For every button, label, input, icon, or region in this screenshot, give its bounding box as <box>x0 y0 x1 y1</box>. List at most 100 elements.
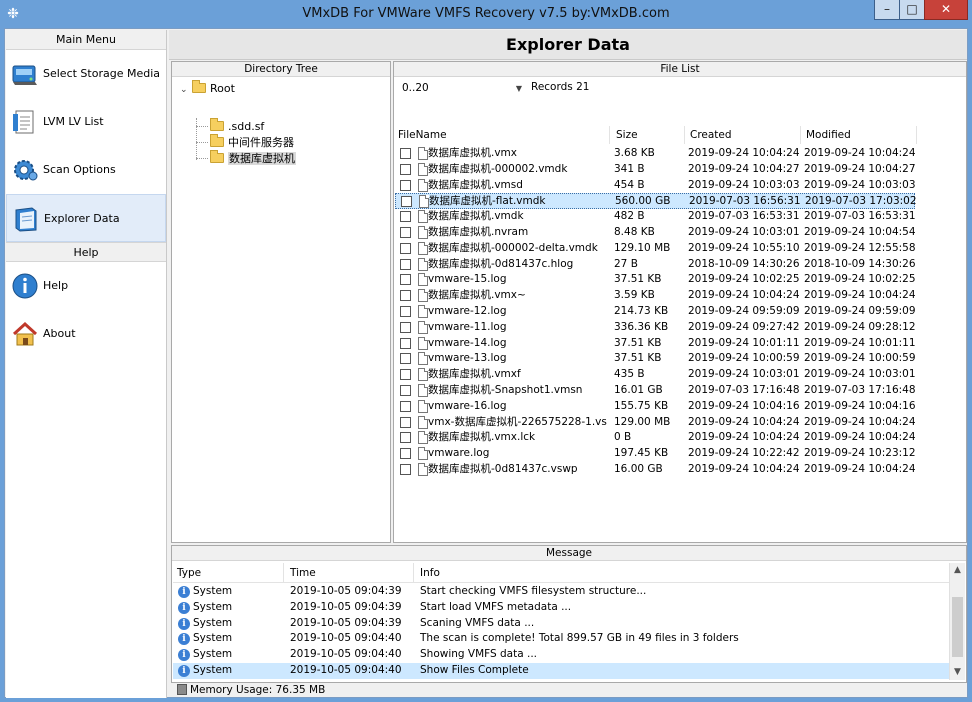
file-row[interactable]: 数据库虚拟机.vmx~ 3.59 KB 2019-09-24 10:04:24 201… <box>395 288 916 304</box>
page-range-select[interactable]: 0..20 ▼ <box>399 80 525 96</box>
file-checkbox[interactable] <box>400 227 411 238</box>
file-created: 2019-09-24 10:04:24 <box>688 463 800 475</box>
file-row[interactable]: 数据库虚拟机-0d81437c.vswp 16.00 GB 2019-09-24 1… <box>395 462 916 478</box>
menu-item-scan-options[interactable]: Scan Options <box>6 146 166 194</box>
message-row[interactable]: i System 2019-10-05 09:04:40 Show Files Com… <box>173 663 949 679</box>
file-name: vmware-11.log <box>428 320 507 333</box>
file-checkbox[interactable] <box>401 196 412 208</box>
file-row[interactable]: 数据库虚拟机-Snapshot1.vmsn 16.01 GB 2019-07-03 … <box>395 383 916 399</box>
file-size: 3.59 KB <box>614 289 655 302</box>
file-checkbox[interactable] <box>400 258 411 270</box>
column-created[interactable]: Created <box>687 126 801 144</box>
column-size[interactable]: Size <box>613 126 685 144</box>
file-checkbox[interactable] <box>400 321 411 333</box>
tree-node-root[interactable]: ⌄ Root <box>180 80 235 98</box>
file-row[interactable]: vmx-数据库虚拟机-226575228-1.vs... 129.00 MB 201… <box>395 415 916 431</box>
file-checkbox[interactable] <box>400 306 411 317</box>
file-checkbox[interactable] <box>400 148 411 159</box>
menu-label: Scan Options <box>43 163 116 176</box>
minimize-button[interactable]: – <box>874 0 900 20</box>
file-row[interactable]: 数据库虚拟机.vmdk 482 B 2019-07-03 16:53:31 2019-… <box>395 209 916 225</box>
tree-node-middleware-server[interactable]: 中间件服务器 <box>210 134 294 150</box>
file-row[interactable]: vmware-14.log 37.51 KB 2019-09-24 10:01:11… <box>395 336 916 352</box>
file-modified: 2019-09-24 10:04:24 <box>804 289 916 302</box>
file-checkbox[interactable] <box>400 179 411 191</box>
menu-item-lvm-lv-list[interactable]: LVM LV List <box>6 98 166 146</box>
column-type[interactable]: Type <box>173 563 284 583</box>
scroll-thumb[interactable] <box>952 597 963 657</box>
file-checkbox[interactable] <box>400 163 411 175</box>
file-row[interactable]: 数据库虚拟机-0d81437c.hlog 27 B 2018-10-09 14:30… <box>395 257 916 273</box>
file-row[interactable]: 数据库虚拟机.vmx.lck 0 B 2019-09-24 10:04:24 2019… <box>395 430 916 446</box>
file-checkbox[interactable] <box>400 448 411 460</box>
file-icon <box>418 147 428 160</box>
column-info[interactable]: Info <box>416 563 946 583</box>
tree-node-label: 数据库虚拟机 <box>228 152 296 165</box>
file-icon <box>418 273 428 287</box>
file-row[interactable]: vmware-11.log 336.36 KB 2019-09-24 09:27:4… <box>395 320 916 336</box>
message-scrollbar[interactable]: ▲ ▼ <box>949 563 965 680</box>
menu-item-explorer-data[interactable]: Explorer Data <box>6 194 166 242</box>
file-modified: 2019-09-24 10:02:25 <box>804 273 916 286</box>
file-row[interactable]: 数据库虚拟机.vmxf 435 B 2019-09-24 10:03:01 2019-… <box>395 367 916 383</box>
chevron-down-icon[interactable]: ▼ <box>516 81 522 96</box>
file-created: 2019-07-03 17:16:48 <box>688 384 800 396</box>
file-row[interactable]: 数据库虚拟机-000002-delta.vmdk 129.10 MB 2019-09… <box>395 241 916 257</box>
message-row[interactable]: i System 2019-10-05 09:04:40 The scan is co… <box>173 631 949 647</box>
file-checkbox[interactable] <box>400 337 411 349</box>
file-row[interactable]: vmware-15.log 37.51 KB 2019-09-24 10:02:25… <box>395 272 916 288</box>
file-row[interactable]: 数据库虚拟机.vmsd 454 B 2019-09-24 10:03:03 2019-… <box>395 178 916 194</box>
file-row[interactable]: vmware-16.log 155.75 KB 2019-09-24 10:04:1… <box>395 399 916 415</box>
message-row[interactable]: i System 2019-10-05 09:04:40 Showing VMFS d… <box>173 647 949 663</box>
file-checkbox[interactable] <box>400 385 411 396</box>
maximize-button[interactable]: □ <box>899 0 925 20</box>
file-modified: 2019-07-03 17:16:48 <box>804 384 916 396</box>
file-checkbox[interactable] <box>400 274 411 286</box>
tree-node-database-vm[interactable]: 数据库虚拟机 <box>210 150 296 166</box>
file-checkbox[interactable] <box>400 416 411 428</box>
file-row[interactable]: vmware.log 197.45 KB 2019-09-24 10:22:42 20… <box>395 446 916 462</box>
main-menu: Main Menu Select Storage Media LVM LV Li… <box>6 30 167 698</box>
home-icon <box>12 321 38 346</box>
file-checkbox[interactable] <box>400 211 411 223</box>
menu-item-about[interactable]: About <box>6 310 166 358</box>
menu-item-help[interactable]: Help <box>6 262 166 310</box>
file-created: 2019-09-24 10:04:16 <box>688 399 800 412</box>
chevron-down-icon[interactable]: ⌄ <box>180 83 192 98</box>
menu-item-select-storage-media[interactable]: Select Storage Media <box>6 50 166 98</box>
column-filename[interactable]: FileName <box>395 126 610 144</box>
file-row[interactable]: 数据库虚拟机-000002.vmdk 341 B 2019-09-24 10:04:… <box>395 162 916 178</box>
tree-node-label: Root <box>210 82 235 95</box>
file-created: 2019-09-24 10:04:24 <box>688 431 800 444</box>
file-checkbox[interactable] <box>400 353 411 365</box>
file-created: 2019-09-24 10:03:01 <box>688 368 800 381</box>
message-row[interactable]: i System 2019-10-05 09:04:39 Start checking… <box>173 584 949 600</box>
scroll-up-icon[interactable]: ▲ <box>950 563 965 578</box>
file-row[interactable]: 数据库虚拟机-flat.vmdk 560.00 GB 2019-07-03 16:5… <box>395 193 917 210</box>
file-row[interactable]: vmware-13.log 37.51 KB 2019-09-24 10:00:59… <box>395 351 916 367</box>
message-row[interactable]: i System 2019-10-05 09:04:39 Scaning VMFS d… <box>173 616 949 632</box>
file-checkbox[interactable] <box>400 242 411 254</box>
file-modified: 2019-09-24 10:04:16 <box>804 399 916 412</box>
file-checkbox[interactable] <box>400 464 411 475</box>
close-button[interactable]: ✕ <box>924 0 968 20</box>
file-modified: 2019-09-24 09:28:12 <box>804 320 916 333</box>
file-created: 2019-09-24 10:02:25 <box>688 273 800 286</box>
column-time[interactable]: Time <box>286 563 414 583</box>
file-row[interactable]: 数据库虚拟机.nvram 8.48 KB 2019-09-24 10:03:01 20… <box>395 225 916 241</box>
file-modified: 2018-10-09 14:30:26 <box>804 257 916 270</box>
column-modified[interactable]: Modified <box>803 126 917 144</box>
message-row[interactable]: i System 2019-10-05 09:04:39 Start load VMF… <box>173 600 949 616</box>
file-modified: 2019-09-24 10:04:24 <box>804 463 916 475</box>
file-row[interactable]: vmware-12.log 214.73 KB 2019-09-24 09:59:0… <box>395 304 916 320</box>
scroll-down-icon[interactable]: ▼ <box>950 665 965 680</box>
file-checkbox[interactable] <box>400 290 411 302</box>
file-row[interactable]: 数据库虚拟机.vmx 3.68 KB 2019-09-24 10:04:24 2019… <box>395 146 916 162</box>
tree-node-sdd[interactable]: .sdd.sf <box>210 118 264 134</box>
file-checkbox[interactable] <box>400 432 411 444</box>
file-checkbox[interactable] <box>400 400 411 412</box>
file-size: 129.00 MB <box>614 415 671 428</box>
file-checkbox[interactable] <box>400 369 411 381</box>
file-icon <box>418 241 428 255</box>
page-range-value: 0..20 <box>402 82 429 94</box>
